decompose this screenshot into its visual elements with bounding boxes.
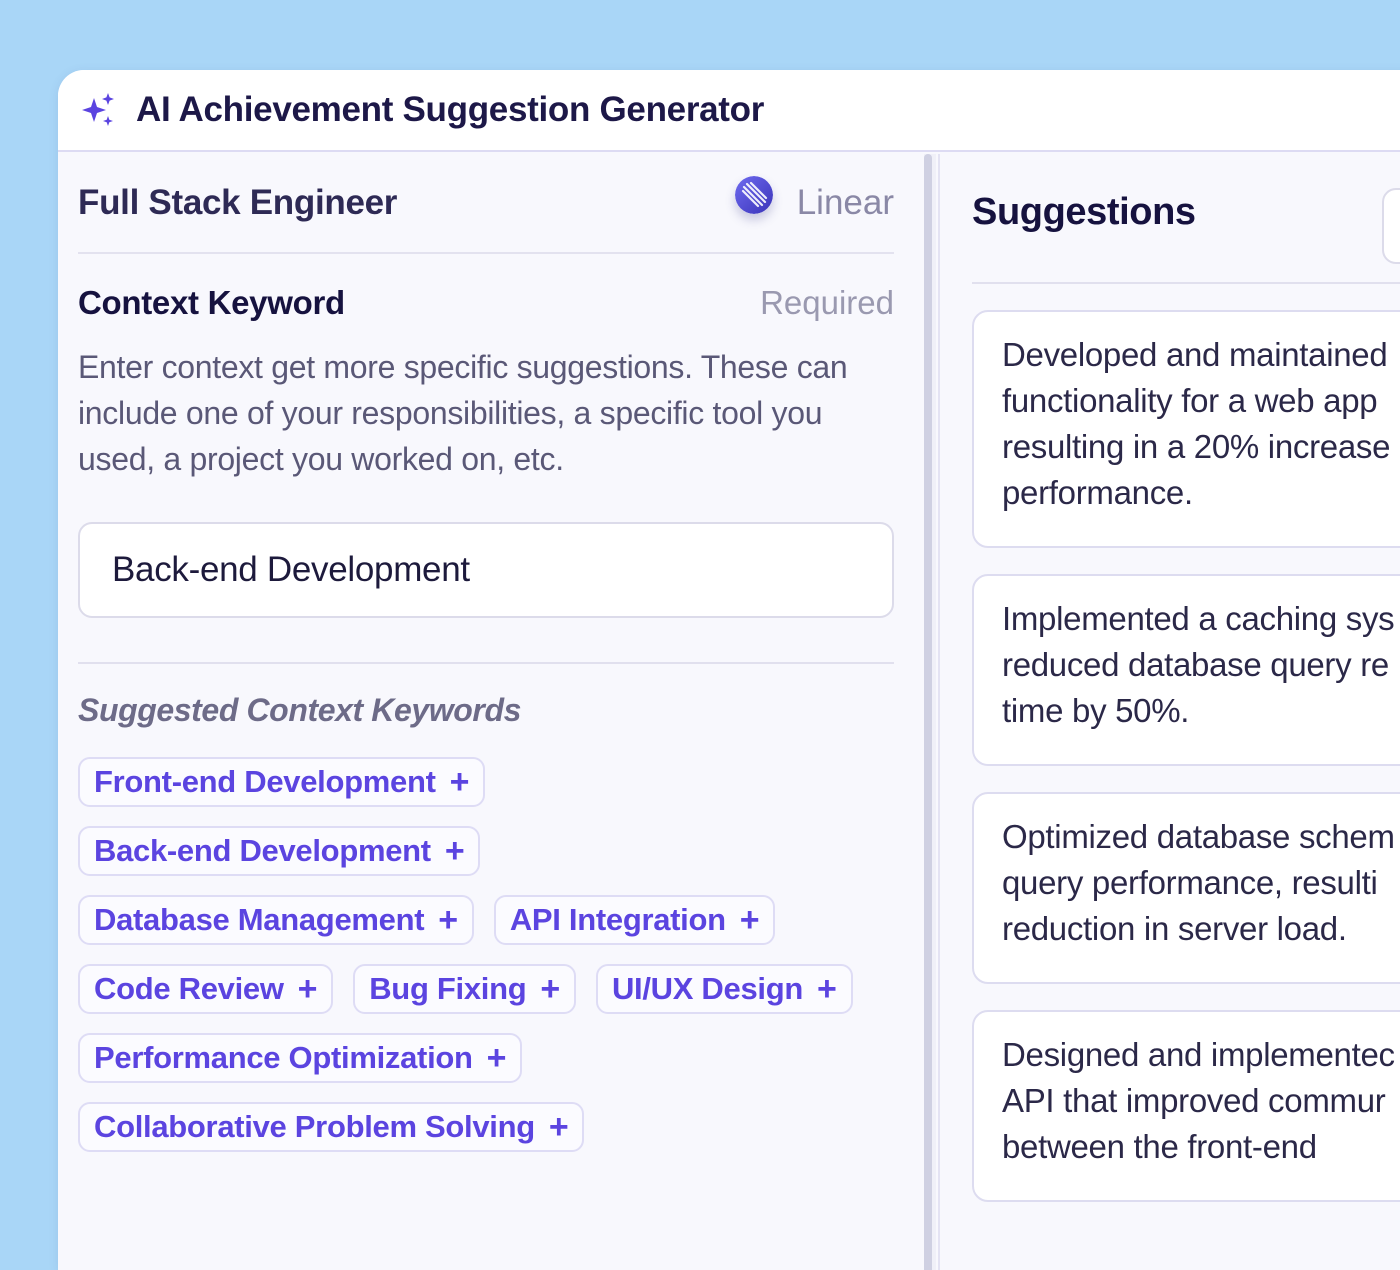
suggestion-card[interactable]: Designed and implementec API that improve… <box>972 1010 1400 1202</box>
keyword-chip[interactable]: Performance Optimization + <box>78 1033 523 1083</box>
keyword-chip[interactable]: Bug Fixing + <box>353 964 576 1014</box>
suggestion-line: performance. <box>1002 474 1193 511</box>
job-role: Full Stack Engineer <box>78 183 398 222</box>
app-title: AI Achievement Suggestion Generator <box>136 90 765 129</box>
suggestion-cards: Developed and maintained functionality fo… <box>972 310 1400 1202</box>
suggestion-line: time by 50%. <box>1002 692 1190 729</box>
keyword-chip[interactable]: Database Management + <box>78 895 474 945</box>
context-header: Context Keyword Required <box>78 284 894 322</box>
suggestion-line: Implemented a caching sys <box>1002 600 1395 637</box>
suggestion-line: Designed and implementec <box>1002 1036 1395 1073</box>
suggestions-action-button[interactable] <box>1382 188 1400 264</box>
suggestions-title: Suggestions <box>972 190 1196 233</box>
keyword-chip-row: Back-end Development + <box>78 826 894 876</box>
suggestion-line: Developed and maintained <box>1002 336 1388 373</box>
scrollbar-thumb[interactable] <box>924 154 932 1270</box>
suggestion-line: resulting in a 20% increase <box>1002 428 1391 465</box>
context-panel: Full Stack Engineer Linear Context Keywo… <box>58 154 924 1270</box>
suggestion-line: reduced database query re <box>1002 646 1389 683</box>
context-description: Enter context get more specific suggesti… <box>78 349 848 477</box>
keyword-chip-row: Front-end Development + <box>78 757 894 807</box>
keyword-chip-label: Bug Fixing <box>369 971 527 1006</box>
panel-scrollbar[interactable] <box>924 154 936 1270</box>
suggested-keywords-title: Suggested Context Keywords <box>78 692 522 728</box>
required-label: Required <box>760 284 894 321</box>
keyword-chip-label: Database Management <box>94 902 425 937</box>
company: Linear <box>734 176 894 223</box>
keyword-chip[interactable]: UI/UX Design + <box>595 964 853 1014</box>
keyword-chip-label: Code Review <box>94 971 284 1006</box>
suggestion-line: Optimized database schem <box>1002 818 1395 855</box>
keyword-chip-row: Code Review + Bug Fixing + UI/UX Design + <box>78 964 894 1014</box>
context-title: Context Keyword <box>78 284 345 321</box>
suggestion-card[interactable]: Optimized database schem query performanc… <box>972 792 1400 984</box>
suggestion-line: API that improved commur <box>1002 1082 1386 1119</box>
keyword-chip[interactable]: Collaborative Problem Solving + <box>78 1102 585 1152</box>
context-keyword-input[interactable]: Back-end Development <box>78 522 894 618</box>
keyword-chip-label: Front-end Development <box>94 764 436 799</box>
suggestion-card[interactable]: Developed and maintained functionality fo… <box>972 310 1400 548</box>
suggestion-line: between the front-end <box>1002 1128 1317 1165</box>
keyword-chip-label: Back-end Development <box>94 833 431 868</box>
suggestion-line: reduction in server load. <box>1002 910 1347 947</box>
suggestion-card[interactable]: Implemented a caching sys reduced databas… <box>972 574 1400 766</box>
suggestions-header: Suggestions <box>972 154 1400 284</box>
plus-icon: + <box>739 901 760 939</box>
company-name: Linear <box>796 183 894 222</box>
keyword-chip-row: Performance Optimization + <box>78 1033 894 1083</box>
plus-icon: + <box>486 1039 507 1077</box>
suggestion-line: functionality for a web app <box>1002 382 1378 419</box>
plus-icon: + <box>297 970 318 1008</box>
divider <box>78 662 894 664</box>
keyword-chips: Front-end Development + Back-end Developme… <box>78 757 894 1152</box>
suggestions-panel: Suggestions Developed and maintained func… <box>938 154 1400 1270</box>
title-bar: AI Achievement Suggestion Generator <box>58 70 1400 152</box>
app-window: AI Achievement Suggestion Generator Full… <box>58 70 1400 1270</box>
keyword-chip[interactable]: API Integration + <box>493 895 776 945</box>
plus-icon: + <box>438 901 458 939</box>
plus-icon: + <box>444 832 465 870</box>
keyword-chip[interactable]: Back-end Development + <box>78 826 481 876</box>
keyword-chip-row: Database Management + API Integration + <box>78 895 894 945</box>
plus-icon: + <box>540 970 560 1008</box>
keyword-chip-label: UI/UX Design <box>611 971 803 1006</box>
keyword-chip-label: Performance Optimization <box>94 1040 473 1075</box>
job-header: Full Stack Engineer Linear <box>78 154 894 254</box>
keyword-chip-label: API Integration <box>509 902 726 937</box>
keyword-chip[interactable]: Front-end Development + <box>78 757 486 807</box>
plus-icon: + <box>816 970 837 1008</box>
plus-icon: + <box>449 763 470 801</box>
plus-icon: + <box>548 1108 569 1146</box>
keyword-chip[interactable]: Code Review + <box>78 964 334 1014</box>
keyword-chip-row: Collaborative Problem Solving + <box>78 1102 894 1152</box>
linear-logo-icon <box>734 176 773 214</box>
suggestion-line: query performance, resulti <box>1002 864 1378 901</box>
sparkles-icon <box>82 93 114 126</box>
